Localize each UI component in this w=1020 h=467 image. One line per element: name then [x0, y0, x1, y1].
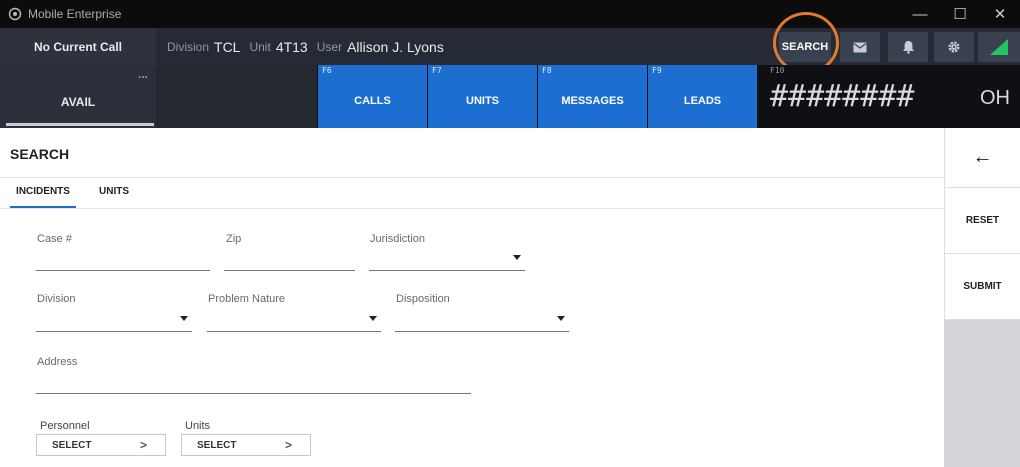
units-label: UNITS	[466, 95, 499, 107]
info-bar: No Current Call Division TCL Unit 4T13 U…	[0, 28, 1020, 65]
units-button[interactable]: F7 UNITS	[428, 65, 537, 128]
address-input[interactable]	[36, 393, 471, 394]
fkey-label: F6	[322, 66, 332, 75]
unit-status-button[interactable]: ... AVAIL	[0, 65, 156, 128]
reset-button[interactable]: RESET	[944, 188, 1020, 254]
window-title: Mobile Enterprise	[28, 7, 122, 21]
problem-nature-select[interactable]	[207, 331, 381, 332]
arrow-left-icon: ←	[972, 146, 993, 168]
top-search-button[interactable]: SEARCH	[779, 32, 831, 62]
chevron-right-icon: >	[139, 438, 147, 452]
user-value: Allison J. Lyons	[347, 38, 444, 55]
oh-indicator[interactable]: OH	[980, 87, 1010, 110]
unit-value: 4T13	[275, 38, 308, 55]
select-label: SELECT	[197, 440, 237, 451]
chevron-down-icon[interactable]	[180, 316, 188, 321]
disposition-label: Disposition	[396, 293, 450, 305]
problem-nature-label: Problem Nature	[208, 293, 286, 305]
submit-button[interactable]: SUBMIT	[944, 254, 1020, 320]
fkey-label: F7	[432, 66, 442, 75]
jurisdiction-label: Jurisdiction	[370, 233, 426, 245]
status-spacer	[156, 65, 317, 128]
select-label: SELECT	[52, 440, 92, 451]
divider	[0, 177, 944, 178]
mail-icon	[853, 42, 867, 52]
function-key-bar: ... AVAIL F6 CALLS F7 UNITS F8 MESSAGES …	[0, 65, 1020, 128]
action-panel: ← RESET SUBMIT	[944, 128, 1020, 467]
zip-label: Zip	[226, 233, 242, 245]
unit-status-label: AVAIL	[60, 95, 96, 109]
jurisdiction-select[interactable]	[369, 270, 525, 271]
chevron-right-icon: >	[284, 438, 292, 452]
page-title: SEARCH	[10, 146, 70, 162]
fkey-label: F10	[770, 66, 785, 75]
f10-value: ########	[770, 79, 915, 114]
calls-button[interactable]: F6 CALLS	[318, 65, 427, 128]
more-icon[interactable]: ...	[138, 67, 148, 81]
gear-icon	[948, 41, 960, 53]
chevron-down-icon[interactable]	[557, 316, 565, 321]
user-label: User	[316, 39, 343, 54]
messages-fkey-button[interactable]: F8 MESSAGES	[538, 65, 647, 128]
f10-display[interactable]: F10 ########	[767, 65, 967, 128]
personnel-label: Personnel	[40, 420, 90, 432]
tab-units[interactable]: UNITS	[99, 186, 129, 208]
personnel-select-button[interactable]: SELECT >	[36, 434, 166, 456]
call-status[interactable]: No Current Call	[0, 28, 156, 65]
divider	[0, 208, 944, 209]
session-info: Division TCL Unit 4T13 User Allison J. L…	[167, 28, 453, 65]
back-button[interactable]: ←	[944, 128, 1020, 188]
leads-button[interactable]: F9 LEADS	[648, 65, 757, 128]
case-number-label: Case #	[37, 233, 72, 245]
division-value: TCL	[214, 38, 241, 55]
zip-input[interactable]	[224, 270, 355, 271]
minimize-button[interactable]: —	[900, 0, 940, 28]
division-select[interactable]	[36, 331, 192, 332]
division-label: Division	[167, 39, 210, 54]
close-button[interactable]: ✕	[980, 0, 1020, 28]
division-field-label: Division	[37, 293, 76, 305]
case-number-input[interactable]	[36, 270, 210, 271]
fkey-label: F8	[542, 66, 552, 75]
bell-icon	[902, 41, 914, 54]
notifications-button[interactable]	[888, 32, 928, 62]
search-panel: SEARCH INCIDENTS UNITS Case # Zip Jurisd…	[0, 128, 944, 467]
units-field-label: Units	[185, 420, 211, 432]
chevron-down-icon[interactable]	[513, 255, 521, 260]
app-logo-icon	[8, 7, 22, 21]
maximize-button[interactable]: ☐	[940, 0, 980, 28]
address-label: Address	[37, 356, 78, 368]
signal-icon	[990, 39, 1008, 55]
tab-incidents[interactable]: INCIDENTS	[10, 186, 76, 208]
calls-label: CALLS	[354, 95, 391, 107]
disposition-select[interactable]	[395, 331, 569, 332]
chevron-down-icon[interactable]	[369, 316, 377, 321]
status-underline	[6, 123, 154, 126]
messages-label: MESSAGES	[561, 95, 624, 107]
leads-label: LEADS	[683, 95, 722, 107]
unit-label: Unit	[249, 39, 271, 54]
units-select-button[interactable]: SELECT >	[181, 434, 311, 456]
settings-button[interactable]	[934, 32, 974, 62]
connection-status[interactable]	[978, 32, 1020, 62]
window-titlebar: Mobile Enterprise — ☐ ✕	[0, 0, 1020, 28]
messages-button[interactable]	[840, 32, 880, 62]
fkey-label: F9	[652, 66, 662, 75]
